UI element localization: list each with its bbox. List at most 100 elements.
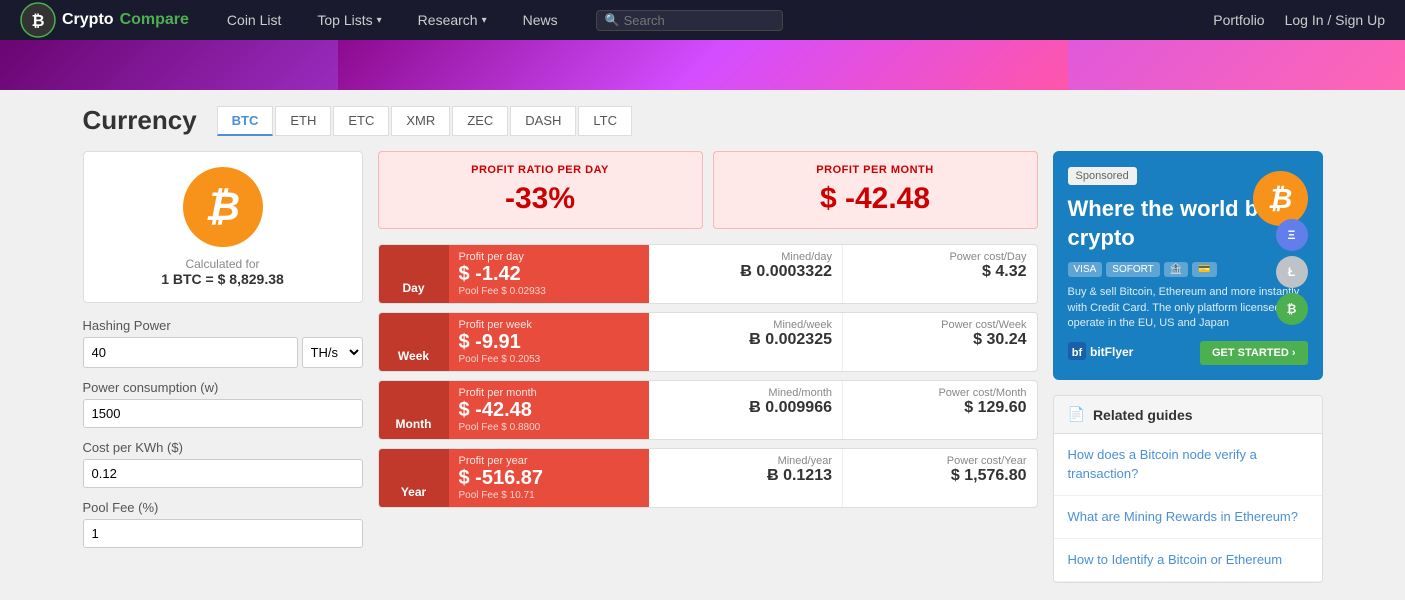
brand-compare: Compare <box>120 11 189 29</box>
power-day: Power cost/Day $ 4.32 <box>843 245 1037 303</box>
power-consumption-label: Power consumption (w) <box>83 380 363 395</box>
guide-link-3[interactable]: How to Identify a Bitcoin or Ethereum <box>1054 539 1322 582</box>
related-guides-card: 📄 Related guides How does a Bitcoin node… <box>1053 395 1323 583</box>
power-week-value: $ 30.24 <box>853 331 1027 349</box>
ad-logo: bf bitFlyer <box>1068 342 1138 365</box>
hashing-unit-select[interactable]: TH/s GH/s MH/s <box>302 337 363 368</box>
profit-month-label: Profit per month <box>459 387 639 399</box>
profit-summary: PROFIT RATIO PER DAY -33% PROFIT PER MON… <box>378 151 1038 229</box>
coin-icon: ₿ <box>183 167 263 247</box>
tab-btc[interactable]: BTC <box>217 106 274 136</box>
calc-for-label: Calculated for <box>99 257 347 271</box>
card-icon: 💳 <box>1192 262 1216 277</box>
ad-card: Sponsored ₿ Where the world buys crypto … <box>1053 151 1323 380</box>
brand[interactable]: ₿ Crypto Compare <box>20 2 189 38</box>
period-week: Week <box>379 313 449 371</box>
tab-etc[interactable]: ETC <box>333 106 389 136</box>
nav-coin-list[interactable]: Coin List <box>209 0 299 40</box>
profit-year-value: $ -516.87 <box>459 467 639 490</box>
cost-per-kwh-label: Cost per KWh ($) <box>83 440 363 455</box>
ad-sponsored-label: Sponsored <box>1068 167 1137 185</box>
search-bar[interactable]: 🔍 <box>596 10 783 31</box>
hashing-power-input[interactable] <box>83 337 298 368</box>
profit-week-label: Profit per week <box>459 319 639 331</box>
profit-year-label: Profit per year <box>459 455 639 467</box>
svg-text:bf: bf <box>1071 347 1082 359</box>
cost-per-kwh-group: Cost per KWh ($) <box>83 440 363 488</box>
ad-btc-icon: ₿ <box>1253 171 1308 226</box>
banner-inner <box>338 40 1068 90</box>
pool-fee-group: Pool Fee (%) <box>83 500 363 548</box>
svg-text:bitFlyer: bitFlyer <box>1090 345 1134 359</box>
profit-ratio-card: PROFIT RATIO PER DAY -33% <box>378 151 703 229</box>
period-day: Day <box>379 245 449 303</box>
guide-link-1[interactable]: How does a Bitcoin node verify a transac… <box>1054 434 1322 495</box>
navbar: ₿ Crypto Compare Coin List Top Lists ▾ Re… <box>0 0 1405 40</box>
banner <box>0 40 1405 90</box>
brand-logo-icon: ₿ <box>20 2 56 38</box>
ltc-coin-icon: Ł <box>1276 256 1308 288</box>
profit-year: Profit per year $ -516.87 Pool Fee $ 10.… <box>449 449 649 507</box>
visa-icon: VISA <box>1068 262 1103 277</box>
ad-payment-icons: VISA SOFORT 🏦 💳 <box>1068 262 1308 277</box>
pool-fee-input[interactable] <box>83 519 363 548</box>
table-row: Month Profit per month $ -42.48 Pool Fee… <box>378 380 1038 440</box>
profit-week-fee: Pool Fee $ 0.2053 <box>459 354 639 365</box>
period-month: Month <box>379 381 449 439</box>
ad-cta-button[interactable]: GET STARTED › <box>1200 341 1308 365</box>
tab-dash[interactable]: DASH <box>510 106 576 136</box>
related-guides-header: 📄 Related guides <box>1054 396 1322 434</box>
profit-year-fee: Pool Fee $ 10.71 <box>459 490 639 501</box>
profit-month-card: PROFIT PER MONTH $ -42.48 <box>713 151 1038 229</box>
cost-per-kwh-input[interactable] <box>83 459 363 488</box>
table-row: Day Profit per day $ -1.42 Pool Fee $ 0.… <box>378 244 1038 304</box>
data-rows: Day Profit per day $ -1.42 Pool Fee $ 0.… <box>378 244 1038 508</box>
power-month: Power cost/Month $ 129.60 <box>843 381 1037 439</box>
hashing-power-row: TH/s GH/s MH/s <box>83 337 363 368</box>
brand-crypto: Crypto <box>62 11 114 29</box>
svg-text:₿: ₿ <box>31 12 44 30</box>
profit-day-fee: Pool Fee $ 0.02933 <box>459 286 639 297</box>
profit-month-value: $ -42.48 <box>730 182 1021 216</box>
other-coin-icon: ₿ <box>1276 293 1308 325</box>
guide-link-2[interactable]: What are Mining Rewards in Ethereum? <box>1054 496 1322 539</box>
nav-research[interactable]: Research ▾ <box>400 0 505 40</box>
power-year-label: Power cost/Year <box>853 455 1027 467</box>
mined-week: Mined/week Ƀ 0.002325 <box>649 313 844 371</box>
login-link[interactable]: Log In / Sign Up <box>1285 12 1385 28</box>
hashing-power-label: Hashing Power <box>83 318 363 333</box>
pool-fee-label: Pool Fee (%) <box>83 500 363 515</box>
profit-month-label: PROFIT PER MONTH <box>730 164 1021 176</box>
nav-top-lists[interactable]: Top Lists ▾ <box>299 0 399 40</box>
power-year-value: $ 1,576.80 <box>853 467 1027 485</box>
power-month-label: Power cost/Month <box>853 387 1027 399</box>
power-consumption-input[interactable] <box>83 399 363 428</box>
hashing-power-group: Hashing Power TH/s GH/s MH/s <box>83 318 363 368</box>
tab-xmr[interactable]: XMR <box>391 106 450 136</box>
profit-ratio-label: PROFIT RATIO PER DAY <box>395 164 686 176</box>
portfolio-link[interactable]: Portfolio <box>1213 12 1264 28</box>
period-year: Year <box>379 449 449 507</box>
document-icon: 📄 <box>1068 406 1085 423</box>
profit-month-value: $ -42.48 <box>459 399 639 422</box>
search-icon: 🔍 <box>605 13 620 27</box>
mined-month-value: Ƀ 0.009966 <box>659 399 833 417</box>
currency-tabs: BTC ETH ETC XMR ZEC DASH LTC <box>217 106 632 136</box>
nav-right: Portfolio Log In / Sign Up <box>1213 12 1385 28</box>
profit-week: Profit per week $ -9.91 Pool Fee $ 0.205… <box>449 313 649 371</box>
tab-ltc[interactable]: LTC <box>578 106 632 136</box>
page-title: Currency <box>83 105 197 136</box>
power-week-label: Power cost/Week <box>853 319 1027 331</box>
profit-day-label: Profit per day <box>459 251 639 263</box>
currency-header: Currency BTC ETH ETC XMR ZEC DASH LTC <box>83 105 1323 136</box>
table-row: Week Profit per week $ -9.91 Pool Fee $ … <box>378 312 1038 372</box>
mined-week-value: Ƀ 0.002325 <box>659 331 833 349</box>
tab-eth[interactable]: ETH <box>275 106 331 136</box>
related-guides-title: Related guides <box>1093 407 1193 423</box>
search-input[interactable] <box>624 13 774 28</box>
tab-zec[interactable]: ZEC <box>452 106 508 136</box>
profit-week-value: $ -9.91 <box>459 331 639 354</box>
profit-day: Profit per day $ -1.42 Pool Fee $ 0.0293… <box>449 245 649 303</box>
calc-layout: ₿ Calculated for 1 BTC = $ 8,829.38 Hash… <box>83 151 1323 583</box>
nav-news[interactable]: News <box>505 0 576 40</box>
